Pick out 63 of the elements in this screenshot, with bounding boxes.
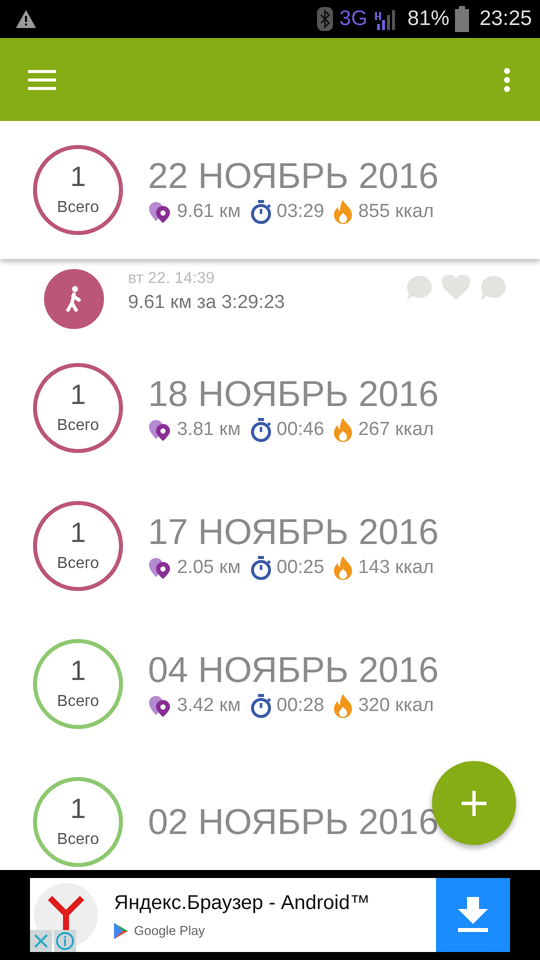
activity-row[interactable]: вт 22. 14:39 9.61 км за 3:29:23 <box>0 259 540 339</box>
count: 1 <box>70 519 86 547</box>
duration: 03:29 <box>276 200 324 223</box>
flame-icon <box>333 694 354 718</box>
day-date: 18 НОЯБРЬ 2016 <box>148 374 439 414</box>
stopwatch-icon <box>250 418 272 442</box>
calories: 320 ккал <box>358 694 434 717</box>
duration: 00:46 <box>276 418 324 441</box>
stopwatch-icon <box>250 200 272 224</box>
comment-icon[interactable] <box>406 275 432 301</box>
flame-icon <box>333 418 354 442</box>
calories: 143 ккал <box>358 556 434 579</box>
count: 1 <box>70 795 86 823</box>
activity-summary: 9.61 км за 3:29:23 <box>128 292 286 314</box>
ad-title: Яндекс.Браузер - Android™ <box>114 892 371 914</box>
duration: 00:25 <box>276 556 324 579</box>
info-icon[interactable] <box>54 930 76 952</box>
count-label: Всего <box>57 555 99 573</box>
more-options-icon[interactable] <box>504 68 510 92</box>
activity-time: вт 22. 14:39 <box>128 270 216 288</box>
count-label: Всего <box>57 417 99 435</box>
store-name: Google Play <box>134 923 205 938</box>
duration: 00:28 <box>276 694 324 717</box>
location-pins-icon <box>148 694 172 717</box>
day-date: 04 НОЯБРЬ 2016 <box>148 650 439 690</box>
network-type: 3G <box>339 7 368 31</box>
flame-icon <box>333 556 354 580</box>
clock: 23:25 <box>479 7 532 31</box>
distance: 3.81 км <box>177 418 241 441</box>
heart-icon[interactable] <box>442 275 470 301</box>
walking-person-icon <box>44 269 104 329</box>
location-pins-icon <box>148 200 172 223</box>
stopwatch-icon <box>250 556 272 580</box>
location-pins-icon <box>148 418 172 441</box>
signal-icon <box>373 8 398 30</box>
flame-icon <box>333 200 354 224</box>
distance: 2.05 км <box>177 556 241 579</box>
count: 1 <box>70 163 86 191</box>
day-date: 17 НОЯБРЬ 2016 <box>148 512 439 552</box>
calories: 267 ккал <box>358 418 434 441</box>
count-label: Всего <box>57 831 99 849</box>
close-icon[interactable] <box>30 930 52 952</box>
distance: 9.61 км <box>177 200 241 223</box>
battery-icon <box>455 6 470 32</box>
count-label: Всего <box>57 199 99 217</box>
ad-banner[interactable]: Яндекс.Браузер - Android™ Google Play <box>30 878 510 952</box>
count: 1 <box>70 657 86 685</box>
battery-percent: 81% <box>407 7 450 31</box>
menu-icon[interactable] <box>28 70 56 90</box>
play-store-icon <box>114 922 128 938</box>
stopwatch-icon <box>250 694 272 718</box>
warning-icon <box>16 10 36 28</box>
day-card[interactable]: 1 Всего 22 НОЯБРЬ 2016 9.61 км 03:29 855 ккал <box>0 121 540 259</box>
count: 1 <box>70 381 86 409</box>
day-date: 22 НОЯБРЬ 2016 <box>148 156 439 196</box>
location-pins-icon <box>148 556 172 579</box>
distance: 3.42 км <box>177 694 241 717</box>
comment-icon[interactable] <box>480 275 506 301</box>
download-button[interactable] <box>436 878 510 952</box>
download-icon <box>456 897 490 933</box>
calories: 855 ккал <box>358 200 434 223</box>
count-label: Всего <box>57 693 99 711</box>
bluetooth-icon <box>317 7 334 31</box>
